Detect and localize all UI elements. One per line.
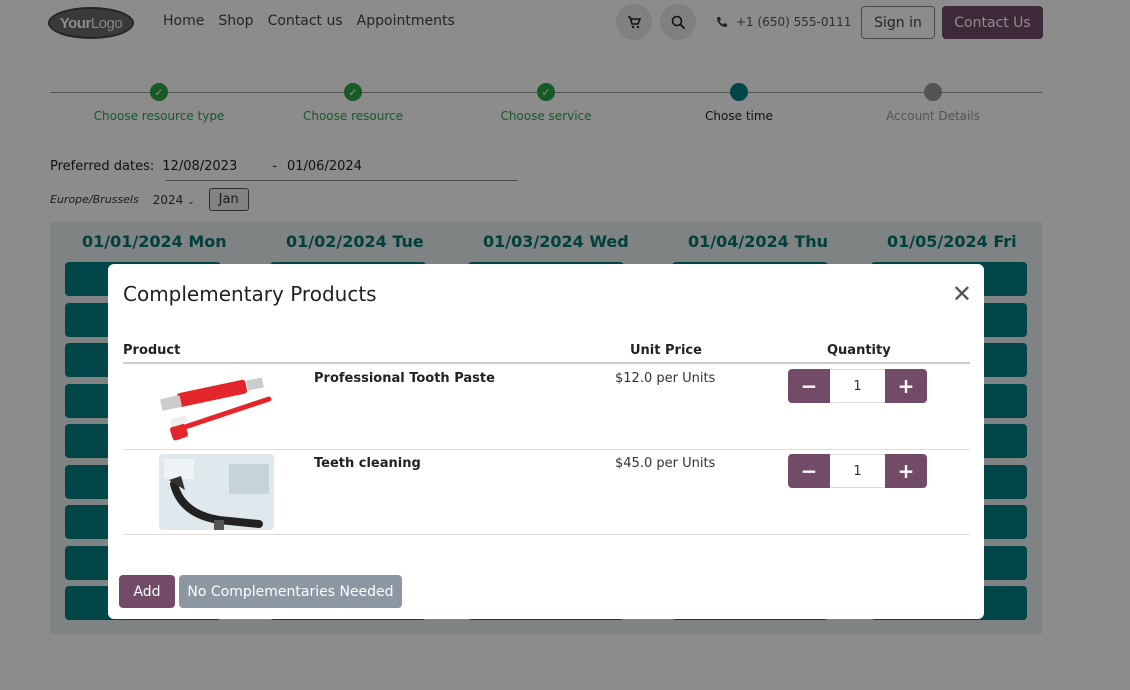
product-price: $12.0 per Units xyxy=(615,371,716,386)
quantity-stepper: − 1 + xyxy=(788,454,927,488)
product-price: $45.0 per Units xyxy=(615,456,716,471)
col-quantity: Quantity xyxy=(827,343,891,358)
minus-button[interactable]: − xyxy=(788,454,830,488)
product-name: Teeth cleaning xyxy=(314,456,421,471)
add-button[interactable]: Add xyxy=(119,575,175,608)
table-header-divider xyxy=(123,362,970,364)
close-icon[interactable]: ✕ xyxy=(952,282,972,306)
quantity-input[interactable]: 1 xyxy=(830,454,885,488)
quantity-stepper: − 1 + xyxy=(788,369,927,403)
plus-button[interactable]: + xyxy=(885,369,927,403)
complementary-products-dialog: Complementary Products ✕ Product Unit Pr… xyxy=(108,264,984,619)
row-divider xyxy=(123,534,970,535)
product-name: Professional Tooth Paste xyxy=(314,371,495,386)
no-complementaries-button[interactable]: No Complementaries Needed xyxy=(179,575,402,608)
teeth-cleaning-image xyxy=(159,454,274,530)
modal-backdrop-top xyxy=(0,0,1130,48)
plus-button[interactable]: + xyxy=(885,454,927,488)
toothpaste-image xyxy=(159,367,274,443)
col-unit-price: Unit Price xyxy=(630,343,702,358)
minus-button[interactable]: − xyxy=(788,369,830,403)
col-product: Product xyxy=(123,343,181,358)
row-divider xyxy=(123,449,970,450)
quantity-input[interactable]: 1 xyxy=(830,369,885,403)
dialog-title: Complementary Products xyxy=(123,282,377,306)
